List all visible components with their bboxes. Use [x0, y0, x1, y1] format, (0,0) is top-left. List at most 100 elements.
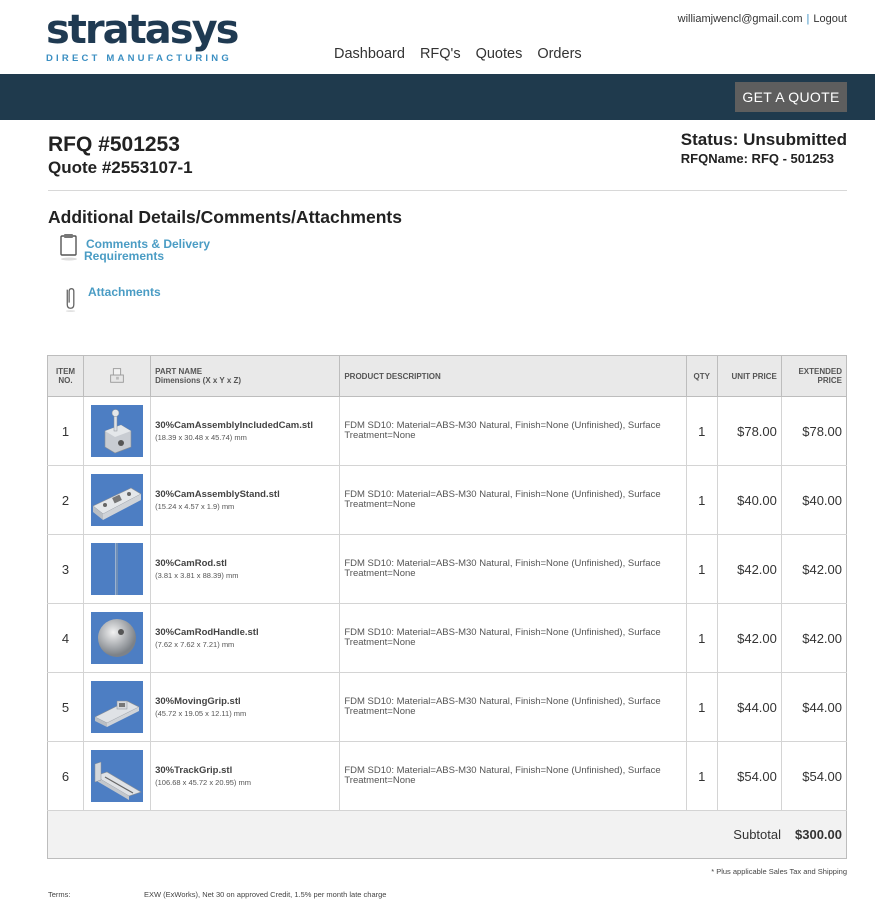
header-extended-price: EXTENDED PRICE — [780, 355, 848, 397]
part-name-cell: 30%CamAssemblyStand.stl (15.24 x 4.57 x … — [150, 465, 341, 535]
user-email-link[interactable]: williamjwencl@gmail.com — [678, 13, 803, 25]
top-bar: GET A QUOTE — [0, 74, 875, 120]
item-number: 6 — [46, 741, 85, 811]
status-label: Status: Unsubmitted — [680, 130, 847, 149]
unit-price: $42.00 — [717, 534, 782, 604]
header-part-icon-cell — [83, 355, 152, 397]
paperclip-icon — [60, 284, 82, 317]
part-thumbnail[interactable] — [83, 741, 152, 811]
product-description: FDM SD10: Material=ABS-M30 Natural, Fini… — [339, 465, 687, 535]
nav-quotes[interactable]: Quotes — [476, 46, 523, 62]
part-thumbnail[interactable] — [83, 672, 152, 742]
quantity: 1 — [686, 534, 718, 604]
part-dimensions: (106.68 x 45.72 x 20.95) mm — [155, 778, 251, 787]
quantity: 1 — [686, 465, 718, 535]
table-row: 2 30%CamAssemblyStand.stl (15.24 x 4.57 — [46, 465, 848, 535]
unit-price: $54.00 — [717, 741, 782, 811]
part-thumbnail[interactable] — [83, 603, 152, 673]
table-row: 1 30%CamAssemblyIncludedCam.stl (18.39 x… — [46, 396, 848, 466]
comments-delivery-link[interactable]: Comments & Delivery Requirements — [58, 233, 210, 266]
terms-row: Terms: EXW (ExWorks), Net 30 on approved… — [48, 890, 848, 899]
nav-orders[interactable]: Orders — [537, 46, 581, 62]
extended-price: $54.00 — [781, 741, 848, 811]
parts-table: ITEM NO. PART NAME Dimensions (X x Y x Z… — [46, 355, 848, 859]
part-thumbnail[interactable] — [83, 396, 152, 466]
header-part-name-label: PART NAME — [155, 367, 203, 376]
quantity: 1 — [686, 741, 718, 811]
header-part-name: PART NAME Dimensions (X x Y x Z) — [150, 355, 341, 397]
item-number: 5 — [46, 672, 85, 742]
part-name-cell: 30%CamRodHandle.stl (7.62 x 7.62 x 7.21)… — [150, 603, 341, 673]
part-name-cell: 30%MovingGrip.stl (45.72 x 19.05 x 12.11… — [150, 672, 341, 742]
part-name-cell: 30%CamAssemblyIncludedCam.stl (18.39 x 3… — [150, 396, 341, 466]
item-number: 2 — [46, 465, 85, 535]
unit-price: $78.00 — [717, 396, 782, 466]
notepad-icon — [58, 233, 80, 266]
cam-assembly-thumbnail — [91, 405, 144, 457]
tax-footnote: * Plus applicable Sales Tax and Shipping — [711, 867, 847, 876]
part-name: 30%CamRod.stl — [155, 558, 227, 569]
product-description: FDM SD10: Material=ABS-M30 Natural, Fini… — [339, 672, 687, 742]
rfq-status-block: Status: Unsubmitted RFQName: RFQ - 50125… — [681, 130, 847, 167]
rfq-info: RFQ #501253 Quote #2553107-1 — [48, 132, 193, 179]
unit-price: $40.00 — [717, 465, 782, 535]
moving-grip-thumbnail — [91, 681, 144, 733]
part-dimensions: (18.39 x 30.48 x 45.74) mm — [155, 433, 247, 442]
header-item-no: ITEM NO. — [46, 355, 85, 397]
item-number: 4 — [46, 603, 85, 673]
logo-wordmark: stratasys — [46, 7, 239, 53]
part-name: 30%CamRodHandle.stl — [155, 627, 259, 638]
table-row: 4 30%CamRodHandle.stl (7.62 x 7.62 x 7.2… — [46, 603, 848, 673]
part-name: 30%CamAssemblyIncludedCam.stl — [155, 420, 313, 431]
extended-price: $44.00 — [781, 672, 848, 742]
quantity: 1 — [686, 672, 718, 742]
header-qty: QTY — [685, 355, 718, 397]
table-row: 5 30%MovingGrip.stl (45.72 x 19.05 x 12.… — [46, 672, 848, 742]
table-header-row: ITEM NO. PART NAME Dimensions (X x Y x Z… — [46, 355, 848, 397]
stratasys-logo[interactable]: stratasys DIRECT MANUFACTURING — [46, 7, 239, 64]
part-name: 30%TrackGrip.stl — [155, 765, 233, 776]
part-name: 30%MovingGrip.stl — [155, 696, 241, 707]
user-area: williamjwencl@gmail.com | Logout — [678, 13, 847, 25]
user-separator: | — [806, 13, 810, 25]
extended-price: $42.00 — [781, 603, 848, 673]
quantity: 1 — [686, 603, 718, 673]
product-description: FDM SD10: Material=ABS-M30 Natural, Fini… — [339, 741, 687, 811]
nav-rfqs[interactable]: RFQ's — [420, 46, 461, 62]
subtotal-cell: Subtotal $300.00 — [47, 810, 847, 859]
extended-price: $78.00 — [781, 396, 848, 466]
part-name-cell: 30%CamRod.stl (3.81 x 3.81 x 88.39) mm — [150, 534, 341, 604]
header-dimensions-label: Dimensions (X x Y x Z) — [155, 376, 242, 385]
part-dimensions: (3.81 x 3.81 x 88.39) mm — [155, 571, 239, 580]
table-row: 6 30%TrackGrip.stl (106.68 x 45.72 x 20.… — [46, 741, 848, 811]
nav-dashboard[interactable]: Dashboard — [334, 46, 405, 62]
header-unit-price: UNIT PRICE — [716, 355, 782, 397]
logo-tagline: DIRECT MANUFACTURING — [46, 53, 232, 64]
quantity: 1 — [686, 396, 718, 466]
product-description: FDM SD10: Material=ABS-M30 Natural, Fini… — [339, 603, 687, 673]
attachments-label: Attachments — [88, 285, 161, 299]
track-grip-thumbnail — [91, 750, 144, 802]
part-thumbnail[interactable] — [83, 465, 152, 535]
attachments-link[interactable]: Attachments — [60, 284, 161, 317]
rfq-name: RFQName: RFQ - 501253 — [680, 151, 834, 166]
product-description: FDM SD10: Material=ABS-M30 Natural, Fini… — [339, 534, 687, 604]
part-dimensions: (7.62 x 7.62 x 7.21) mm — [155, 640, 235, 649]
quote-number: Quote #2553107-1 — [48, 158, 193, 177]
part-name-cell: 30%TrackGrip.stl (106.68 x 45.72 x 20.95… — [150, 741, 341, 811]
comments-label-line2: Requirements — [84, 249, 165, 263]
part-dimensions: (45.72 x 19.05 x 12.11) mm — [155, 709, 247, 718]
extended-price: $40.00 — [781, 465, 848, 535]
get-a-quote-button[interactable]: GET A QUOTE — [735, 82, 847, 112]
table-row: 3 30%CamRod.stl (3.81 x 3.81 x 88.39) mm… — [46, 534, 848, 604]
part-stack-icon — [107, 368, 127, 387]
item-number: 3 — [46, 534, 85, 604]
cam-rod-handle-thumbnail — [91, 612, 144, 664]
logout-link[interactable]: Logout — [813, 13, 847, 25]
section-title: Additional Details/Comments/Attachments — [48, 207, 402, 227]
terms-label: Terms: — [48, 890, 71, 899]
part-thumbnail[interactable] — [83, 534, 152, 604]
item-number: 1 — [46, 396, 85, 466]
subtotal-label: Subtotal — [733, 827, 781, 842]
terms-value: EXW (ExWorks), Net 30 on approved Credit… — [144, 890, 387, 899]
